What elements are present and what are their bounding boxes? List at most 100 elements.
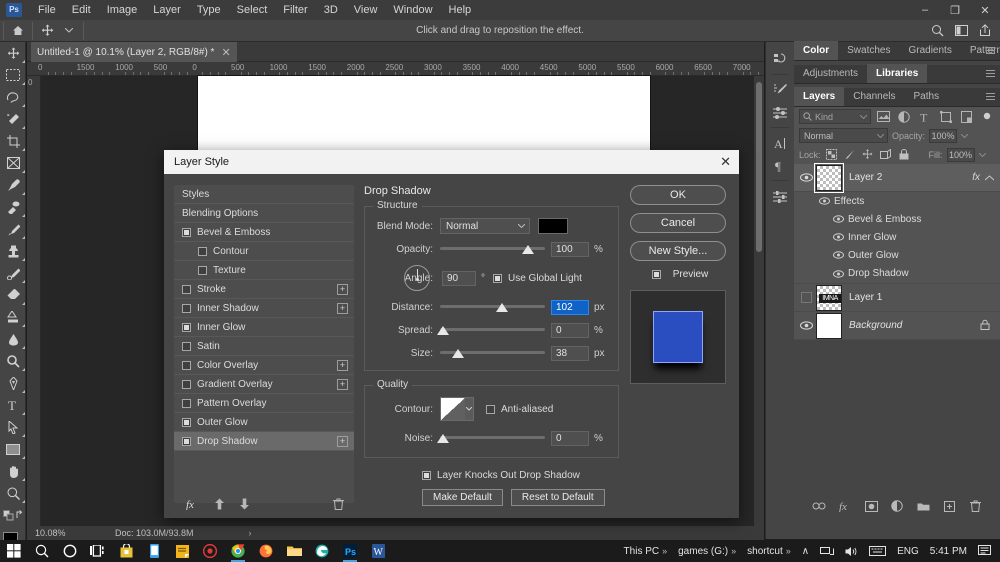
- tray-this-pc[interactable]: This PC »: [620, 546, 672, 557]
- layer-knocks-out-checkbox[interactable]: [422, 471, 431, 480]
- preview-checkbox[interactable]: [651, 270, 661, 279]
- link-layers-icon[interactable]: [812, 499, 826, 513]
- new-adjustment-layer-icon[interactable]: [890, 499, 904, 513]
- workspace-icon[interactable]: [950, 22, 972, 40]
- noise-slider[interactable]: [437, 431, 545, 445]
- zoom-tool[interactable]: [0, 482, 26, 504]
- rectangle-tool[interactable]: [0, 438, 26, 460]
- layer-visibility-eye-icon[interactable]: [796, 321, 816, 330]
- style-item-blending-options[interactable]: Blending Options: [174, 204, 354, 223]
- size-slider[interactable]: [440, 346, 545, 360]
- add-style-plus-icon[interactable]: +: [337, 284, 348, 295]
- angle-input[interactable]: 90: [442, 270, 476, 286]
- word-icon[interactable]: W: [364, 540, 392, 562]
- style-item-inner-shadow[interactable]: Inner Shadow +: [174, 299, 354, 318]
- menu-3d[interactable]: 3D: [316, 0, 346, 20]
- lock-position-icon[interactable]: [861, 148, 875, 162]
- record-icon[interactable]: [196, 540, 224, 562]
- style-item-stroke[interactable]: Stroke +: [174, 280, 354, 299]
- style-item-satin[interactable]: Satin: [174, 337, 354, 356]
- type-filter-icon[interactable]: T: [917, 109, 934, 125]
- edge-icon[interactable]: [308, 540, 336, 562]
- style-item-contour[interactable]: Contour: [174, 242, 354, 261]
- style-item-pattern-overlay[interactable]: Pattern Overlay: [174, 394, 354, 413]
- new-layer-icon[interactable]: [942, 499, 956, 513]
- phone-icon[interactable]: [140, 540, 168, 562]
- delete-layer-icon[interactable]: [968, 499, 982, 513]
- brush-tool[interactable]: [0, 218, 26, 240]
- lock-image-pixels-icon[interactable]: [843, 148, 857, 162]
- add-layer-style-icon[interactable]: fx: [838, 499, 852, 513]
- menu-select[interactable]: Select: [229, 0, 276, 20]
- layer-row-layer-1[interactable]: IMNA Layer 1: [794, 284, 1000, 312]
- eraser-tool[interactable]: [0, 284, 26, 306]
- style-item-texture[interactable]: Texture: [174, 261, 354, 280]
- move-down-icon[interactable]: [239, 498, 250, 513]
- opacity-input[interactable]: 100: [551, 241, 589, 257]
- tray-games-drive[interactable]: games (G:) »: [674, 546, 740, 557]
- add-style-plus-icon[interactable]: +: [337, 436, 348, 447]
- hand-tool[interactable]: [0, 460, 26, 482]
- pen-tool[interactable]: [0, 372, 26, 394]
- panel-menu-icon[interactable]: [986, 47, 995, 55]
- layer-thumbnail[interactable]: [816, 312, 842, 339]
- cancel-button[interactable]: Cancel: [630, 213, 726, 233]
- notification-icon[interactable]: [974, 545, 996, 557]
- photoshop-icon[interactable]: Ps: [336, 540, 364, 562]
- quick-selection-tool[interactable]: [0, 108, 26, 130]
- dialog-close-icon[interactable]: ✕: [720, 155, 731, 168]
- file-explorer-icon[interactable]: [280, 540, 308, 562]
- menu-type[interactable]: Type: [189, 0, 229, 20]
- tab-gradients[interactable]: Gradients: [899, 41, 960, 60]
- ok-button[interactable]: OK: [630, 185, 726, 205]
- minimize-button[interactable]: –: [910, 0, 940, 20]
- spread-slider[interactable]: [437, 323, 545, 337]
- layer-row-background[interactable]: Background: [794, 312, 1000, 340]
- volume-icon[interactable]: [841, 546, 862, 557]
- distance-slider[interactable]: [440, 300, 545, 314]
- default-colors-icon[interactable]: [0, 504, 26, 526]
- style-checkbox[interactable]: [182, 322, 191, 332]
- network-icon[interactable]: [816, 546, 838, 557]
- lock-transparent-pixels-icon[interactable]: [825, 148, 839, 162]
- reset-to-default-button[interactable]: Reset to Default: [510, 489, 605, 506]
- effects-visibility-eye-icon[interactable]: [814, 197, 834, 205]
- angle-dial[interactable]: [404, 265, 430, 291]
- style-item-drop-shadow[interactable]: Drop Shadow +: [174, 432, 354, 451]
- share-icon[interactable]: [974, 22, 996, 40]
- status-expand-icon[interactable]: ›: [249, 528, 252, 538]
- document-tab[interactable]: Untitled-1 @ 10.1% (Layer 2, RGB/8#) * ✕: [31, 42, 237, 62]
- start-icon[interactable]: [0, 540, 28, 562]
- adjustment-filter-icon[interactable]: [896, 109, 913, 125]
- menu-file[interactable]: File: [30, 0, 64, 20]
- layer-kind-filter[interactable]: Kind: [799, 109, 872, 124]
- layer-thumbnail[interactable]: IMNA: [816, 284, 842, 311]
- menu-image[interactable]: Image: [99, 0, 146, 20]
- layer-fill-value[interactable]: 100%: [946, 147, 975, 162]
- contour-preset-select[interactable]: [440, 397, 474, 421]
- chrome-icon[interactable]: [224, 540, 252, 562]
- gradient-tool[interactable]: [0, 306, 26, 328]
- shadow-color-swatch[interactable]: [538, 218, 568, 234]
- move-tool[interactable]: [0, 42, 26, 64]
- store-icon[interactable]: [112, 540, 140, 562]
- search-icon[interactable]: [28, 540, 56, 562]
- menu-help[interactable]: Help: [441, 0, 480, 20]
- style-checkbox[interactable]: [182, 360, 191, 370]
- tray-language[interactable]: ENG: [893, 546, 923, 557]
- style-checkbox[interactable]: [182, 417, 191, 427]
- status-zoom-level[interactable]: 10.08%: [35, 528, 115, 538]
- path-selection-tool[interactable]: [0, 416, 26, 438]
- tab-libraries[interactable]: Libraries: [867, 64, 928, 83]
- tab-paths[interactable]: Paths: [905, 87, 949, 106]
- menu-view[interactable]: View: [346, 0, 386, 20]
- shape-filter-icon[interactable]: [937, 109, 954, 125]
- style-item-color-overlay[interactable]: Color Overlay +: [174, 356, 354, 375]
- frame-tool[interactable]: [0, 152, 26, 174]
- layer-opacity-value[interactable]: 100%: [929, 128, 958, 143]
- canvas-vertical-scrollbar[interactable]: [754, 76, 764, 529]
- effect-outer-glow[interactable]: Outer Glow: [794, 246, 1000, 264]
- maximize-button[interactable]: ❐: [940, 0, 970, 20]
- search-icon[interactable]: [926, 22, 948, 40]
- tab-channels[interactable]: Channels: [844, 87, 904, 106]
